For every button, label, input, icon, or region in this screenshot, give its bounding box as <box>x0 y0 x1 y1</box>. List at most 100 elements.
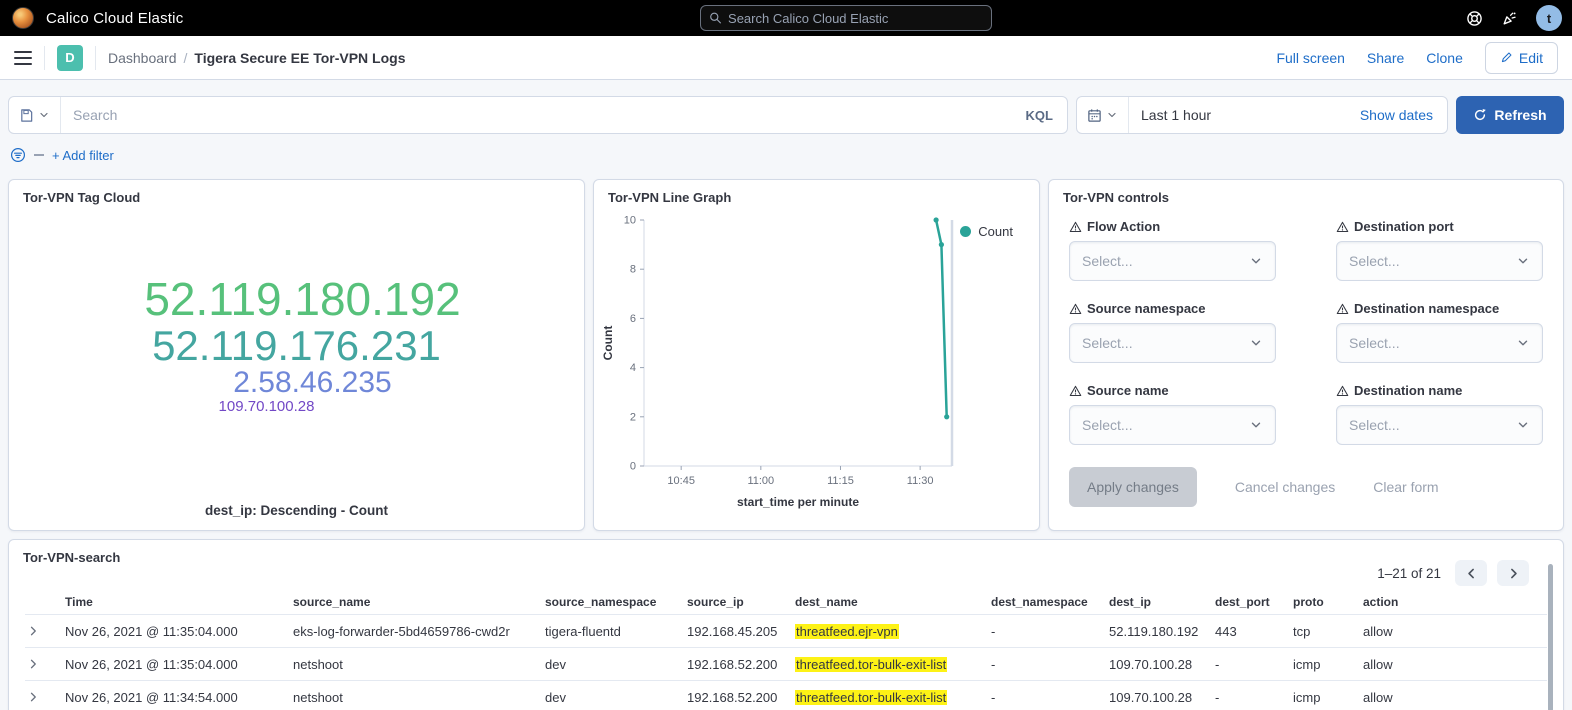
legend-series-label: Count <box>978 224 1013 239</box>
clear-form-button[interactable]: Clear form <box>1373 479 1438 495</box>
control-field: Flow Action Select... <box>1069 219 1276 281</box>
prev-page-button[interactable] <box>1455 560 1487 586</box>
breadcrumb-dashboard[interactable]: Dashboard <box>108 50 177 66</box>
control-select[interactable]: Select... <box>1069 241 1276 281</box>
table-cell-dest_name: threatfeed.tor-bulk-exit-list <box>795 657 991 672</box>
show-dates-button[interactable]: Show dates <box>1360 107 1447 123</box>
control-field: Destination name Select... <box>1336 383 1543 445</box>
chevron-left-icon <box>1465 567 1478 580</box>
calico-logo-icon <box>12 7 34 29</box>
newsfeed-icon[interactable] <box>1501 10 1518 27</box>
table-cell-action: allow <box>1363 690 1435 705</box>
query-input[interactable] <box>61 107 1012 123</box>
svg-text:11:15: 11:15 <box>827 475 854 487</box>
svg-text:10: 10 <box>624 215 636 227</box>
table-cell-proto: icmp <box>1293 690 1363 705</box>
control-field-label: Destination name <box>1336 383 1543 398</box>
dashboard-grid: Tor-VPN Tag Cloud 52.119.180.19252.119.1… <box>8 179 1564 531</box>
svg-text:4: 4 <box>630 362 636 374</box>
table-scrollbar[interactable] <box>1548 564 1553 710</box>
chevron-down-icon <box>1516 254 1530 268</box>
tag-cloud-word[interactable]: 52.119.180.192 <box>144 276 460 324</box>
table-cell-proto: tcp <box>1293 624 1363 639</box>
control-select[interactable]: Select... <box>1069 323 1276 363</box>
edit-button[interactable]: Edit <box>1485 42 1558 74</box>
tag-cloud-word[interactable]: 52.119.176.231 <box>152 324 441 368</box>
expand-row-button[interactable] <box>25 658 65 670</box>
table-cell-source_namespace: tigera-fluentd <box>545 624 687 639</box>
control-field-label: Flow Action <box>1069 219 1276 234</box>
refresh-button[interactable]: Refresh <box>1456 96 1564 134</box>
full-screen-link[interactable]: Full screen <box>1276 50 1344 66</box>
next-page-button[interactable] <box>1497 560 1529 586</box>
control-field: Source nameSelect... <box>1069 383 1276 445</box>
chevron-down-icon <box>1516 336 1530 350</box>
table-cell-source_namespace: dev <box>545 690 687 705</box>
svg-text:11:30: 11:30 <box>907 475 934 487</box>
control-select[interactable]: Select... <box>1336 323 1543 363</box>
control-select[interactable]: Select... <box>1069 405 1276 445</box>
control-field: Destination namespace Select... <box>1336 301 1543 363</box>
warning-icon <box>1336 221 1349 233</box>
panel-title: Tor-VPN Line Graph <box>594 180 1039 205</box>
apply-changes-button[interactable]: Apply changes <box>1069 467 1197 507</box>
add-filter-button[interactable]: + Add filter <box>52 148 114 163</box>
filter-bar: + Add filter <box>10 143 1564 167</box>
control-field: Source namespaceSelect... <box>1069 301 1276 363</box>
filter-icon[interactable] <box>10 147 26 163</box>
panel-search-table: Tor-VPN-search 1–21 of 21 Timesource_nam… <box>8 539 1564 710</box>
column-header: dest_port <box>1215 595 1293 609</box>
saved-query-icon <box>19 108 34 123</box>
time-range-value[interactable]: Last 1 hour <box>1129 107 1360 123</box>
svg-text:6: 6 <box>630 313 636 325</box>
saved-query-menu[interactable] <box>9 97 61 133</box>
table-cell-Time: Nov 26, 2021 @ 11:34:54.000 <box>65 690 293 705</box>
chart-legend[interactable]: Count <box>960 224 1013 239</box>
table-row: Nov 26, 2021 @ 11:35:04.000eks-log-forwa… <box>25 614 1547 647</box>
clone-link[interactable]: Clone <box>1426 50 1463 66</box>
table-cell-source_name: netshoot <box>293 657 545 672</box>
column-header: source_name <box>293 595 545 609</box>
highlighted-value: threatfeed.ejr-vpn <box>795 624 899 639</box>
chevron-down-icon <box>1249 254 1263 268</box>
pencil-icon <box>1500 51 1513 64</box>
date-picker[interactable]: Last 1 hour Show dates <box>1076 96 1448 134</box>
search-icon <box>709 11 722 25</box>
tag-cloud-word[interactable]: 109.70.100.28 <box>219 399 315 415</box>
table-cell-Time: Nov 26, 2021 @ 11:35:04.000 <box>65 657 293 672</box>
kql-language-button[interactable]: KQL <box>1012 108 1067 123</box>
expand-row-button[interactable] <box>25 691 65 703</box>
chevron-right-icon <box>27 691 39 703</box>
pagination-count: 1–21 of 21 <box>1377 566 1441 581</box>
control-select[interactable]: Select... <box>1336 241 1543 281</box>
column-header: action <box>1363 595 1435 609</box>
dashboard-app-badge[interactable]: D <box>57 45 83 71</box>
table-cell-dest_port: 443 <box>1215 624 1293 639</box>
tag-cloud-word[interactable]: 2.58.46.235 <box>233 367 391 398</box>
warning-icon <box>1069 385 1082 397</box>
control-field-label: Destination namespace <box>1336 301 1543 316</box>
svg-text:0: 0 <box>630 461 636 473</box>
user-avatar[interactable]: t <box>1536 5 1562 31</box>
control-select[interactable]: Select... <box>1336 405 1543 445</box>
global-search-input[interactable] <box>728 11 983 26</box>
svg-text:10:45: 10:45 <box>667 475 695 487</box>
chevron-right-icon <box>27 658 39 670</box>
table-cell-dest_name: threatfeed.tor-bulk-exit-list <box>795 690 991 705</box>
global-search-box[interactable] <box>700 5 992 31</box>
help-icon[interactable] <box>1466 10 1483 27</box>
svg-text:8: 8 <box>630 264 636 276</box>
share-link[interactable]: Share <box>1367 50 1404 66</box>
expand-row-button[interactable] <box>25 625 65 637</box>
table-cell-dest_name: threatfeed.ejr-vpn <box>795 624 991 639</box>
warning-icon <box>1336 385 1349 397</box>
date-quick-menu[interactable] <box>1077 97 1129 133</box>
table-cell-proto: icmp <box>1293 657 1363 672</box>
menu-icon[interactable] <box>14 51 32 65</box>
kql-search-box[interactable]: KQL <box>8 96 1068 134</box>
refresh-icon <box>1473 108 1487 122</box>
panel-title: Tor-VPN Tag Cloud <box>9 180 584 205</box>
cancel-changes-button[interactable]: Cancel changes <box>1235 479 1335 495</box>
panel-title: Tor-VPN controls <box>1049 180 1563 205</box>
chevron-down-icon <box>1249 336 1263 350</box>
